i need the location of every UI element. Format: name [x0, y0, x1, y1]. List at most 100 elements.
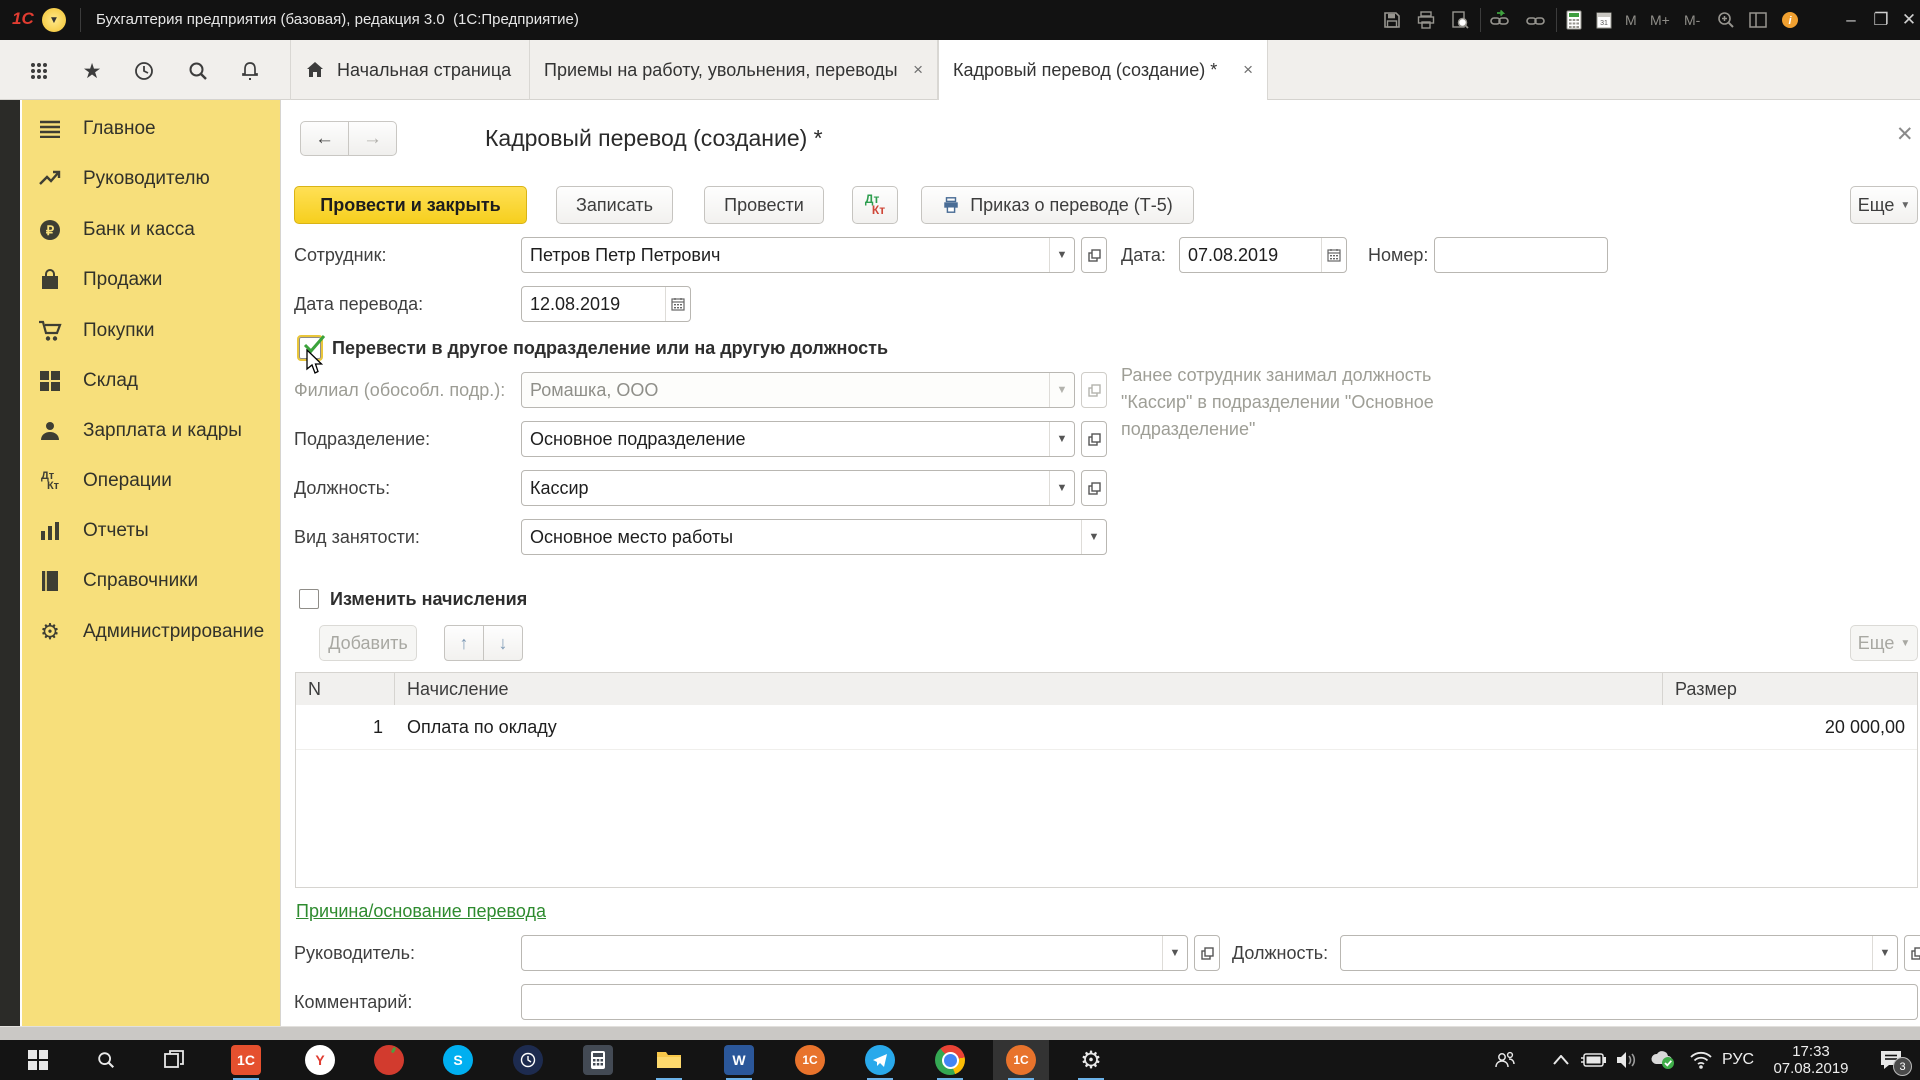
- calendar-picker-icon[interactable]: [665, 287, 690, 321]
- taskbar-clock[interactable]: 17:33 07.08.2019: [1763, 1043, 1859, 1077]
- transfer-reason-link[interactable]: Причина/основание перевода: [296, 901, 546, 922]
- add-row-button[interactable]: Добавить: [319, 625, 417, 661]
- memory-minus-button[interactable]: M-: [1684, 0, 1700, 40]
- sidebar-item-bank-cash[interactable]: ₽ Банк и касса: [20, 205, 278, 255]
- app-chrome[interactable]: [935, 1045, 965, 1075]
- employee-input[interactable]: [522, 238, 1049, 272]
- close-tab-icon[interactable]: ×: [913, 60, 923, 80]
- app-1c-active[interactable]: 1С: [1006, 1045, 1036, 1075]
- table-more-button[interactable]: Еще▼: [1850, 625, 1918, 661]
- date-input[interactable]: [1180, 238, 1321, 272]
- manager-position-input[interactable]: [1341, 936, 1872, 970]
- search-icon[interactable]: [186, 59, 210, 83]
- transfer-order-button[interactable]: Приказ о переводе (Т-5): [921, 186, 1194, 224]
- dropdown-icon[interactable]: ▼: [1049, 238, 1074, 272]
- department-input[interactable]: [522, 422, 1049, 456]
- branch-open-button[interactable]: [1081, 372, 1107, 408]
- transfer-date-input[interactable]: [522, 287, 665, 321]
- sidebar-item-directories[interactable]: Справочники: [20, 556, 278, 606]
- app-settings-gear[interactable]: ⚙: [1076, 1045, 1106, 1075]
- memory-button[interactable]: M: [1625, 0, 1637, 40]
- onedrive-sync-icon[interactable]: [1650, 1048, 1676, 1072]
- restore-button[interactable]: ❐: [1868, 0, 1894, 40]
- sidebar-item-purchases[interactable]: Покупки: [20, 306, 278, 356]
- dropdown-icon[interactable]: ▼: [1081, 520, 1106, 554]
- history-icon[interactable]: [132, 59, 156, 83]
- sidebar-item-operations[interactable]: ДтКт Операции: [20, 456, 278, 506]
- change-accruals-checkbox[interactable]: [299, 589, 319, 609]
- language-indicator[interactable]: РУС: [1722, 1040, 1754, 1080]
- favorites-star-icon[interactable]: ★: [80, 59, 104, 83]
- department-open-button[interactable]: [1081, 421, 1107, 457]
- layout-panels-icon[interactable]: [1746, 9, 1770, 31]
- sections-menu-icon[interactable]: [27, 59, 51, 83]
- app-telegram[interactable]: [865, 1045, 895, 1075]
- dropdown-icon[interactable]: ▼: [1872, 936, 1897, 970]
- tab-home[interactable]: Начальная страница: [290, 40, 530, 100]
- tray-expand-chevron[interactable]: [1548, 1048, 1574, 1072]
- calendar-picker-icon[interactable]: [1321, 238, 1346, 272]
- calculator-icon[interactable]: [1562, 9, 1586, 31]
- column-n[interactable]: N: [296, 673, 395, 705]
- app-skype[interactable]: S: [443, 1045, 473, 1075]
- task-view-icon[interactable]: [162, 1048, 186, 1072]
- memory-plus-button[interactable]: M+: [1650, 0, 1670, 40]
- app-file-explorer[interactable]: [654, 1045, 684, 1075]
- post-button[interactable]: Провести: [704, 186, 824, 224]
- sync-link-icon[interactable]: [1488, 9, 1512, 31]
- notifications-bell-icon[interactable]: [238, 59, 262, 83]
- move-down-button[interactable]: ↓: [483, 625, 523, 661]
- app-clock[interactable]: [513, 1045, 543, 1075]
- position-input[interactable]: [522, 471, 1049, 505]
- dropdown-icon[interactable]: ▼: [1049, 422, 1074, 456]
- taskbar-search-icon[interactable]: [94, 1048, 118, 1072]
- manager-input[interactable]: [522, 936, 1162, 970]
- save-icon[interactable]: [1380, 9, 1404, 31]
- sidebar-item-main[interactable]: Главное: [20, 104, 278, 154]
- people-icon[interactable]: [1492, 1048, 1518, 1072]
- dropdown-icon[interactable]: ▼: [1049, 471, 1074, 505]
- sidebar-item-administration[interactable]: ⚙ Администрирование: [20, 607, 278, 657]
- app-yandex-browser[interactable]: Y: [305, 1045, 335, 1075]
- battery-icon[interactable]: [1580, 1048, 1606, 1072]
- preview-icon[interactable]: [1448, 9, 1472, 31]
- close-button[interactable]: ✕: [1896, 0, 1920, 40]
- dtkt-button[interactable]: ДтКт: [852, 186, 898, 224]
- move-up-button[interactable]: ↑: [444, 625, 484, 661]
- form-close-icon[interactable]: ✕: [1896, 122, 1914, 147]
- sidebar-item-reports[interactable]: Отчеты: [20, 506, 278, 556]
- forward-button[interactable]: →: [348, 121, 397, 156]
- column-size[interactable]: Размер: [1663, 673, 1917, 705]
- position-open-button[interactable]: [1081, 470, 1107, 506]
- close-tab-icon[interactable]: ×: [1243, 60, 1253, 80]
- print-icon[interactable]: [1414, 9, 1438, 31]
- minimize-button[interactable]: –: [1838, 0, 1864, 40]
- tab-hirings-transfers[interactable]: Приемы на работу, увольнения, переводы ×: [530, 40, 938, 100]
- sidebar-item-salary-hr[interactable]: Зарплата и кадры: [20, 406, 278, 456]
- comment-input[interactable]: [522, 985, 1917, 1019]
- app-1c-tile[interactable]: 1С: [231, 1045, 261, 1075]
- app-word[interactable]: W: [724, 1045, 754, 1075]
- app-calculator[interactable]: [583, 1045, 613, 1075]
- manager-position-open-button[interactable]: [1904, 935, 1920, 971]
- info-icon[interactable]: i: [1778, 9, 1802, 31]
- start-button[interactable]: [26, 1048, 50, 1072]
- transfer-checkbox-label[interactable]: Перевести в другое подразделение или на …: [332, 330, 888, 366]
- sidebar-item-warehouse[interactable]: Склад: [20, 356, 278, 406]
- link-icon[interactable]: [1524, 9, 1548, 31]
- main-menu-button[interactable]: ▼: [42, 8, 66, 32]
- column-accrual[interactable]: Начисление: [395, 673, 1663, 705]
- back-button[interactable]: ←: [300, 121, 349, 156]
- branch-input[interactable]: [522, 373, 1049, 407]
- volume-icon[interactable]: [1614, 1048, 1640, 1072]
- write-button[interactable]: Записать: [556, 186, 673, 224]
- wifi-icon[interactable]: [1688, 1048, 1714, 1072]
- calendar-icon[interactable]: 31: [1592, 9, 1616, 31]
- change-accruals-label[interactable]: Изменить начисления: [330, 581, 527, 617]
- sidebar-item-sales[interactable]: Продажи: [20, 255, 278, 305]
- dropdown-icon[interactable]: ▼: [1162, 936, 1187, 970]
- tab-personnel-transfer[interactable]: Кадровый перевод (создание) * ×: [938, 40, 1268, 100]
- number-input[interactable]: [1435, 238, 1607, 272]
- employee-open-button[interactable]: [1081, 237, 1107, 273]
- sidebar-item-manager[interactable]: Руководителю: [20, 154, 278, 204]
